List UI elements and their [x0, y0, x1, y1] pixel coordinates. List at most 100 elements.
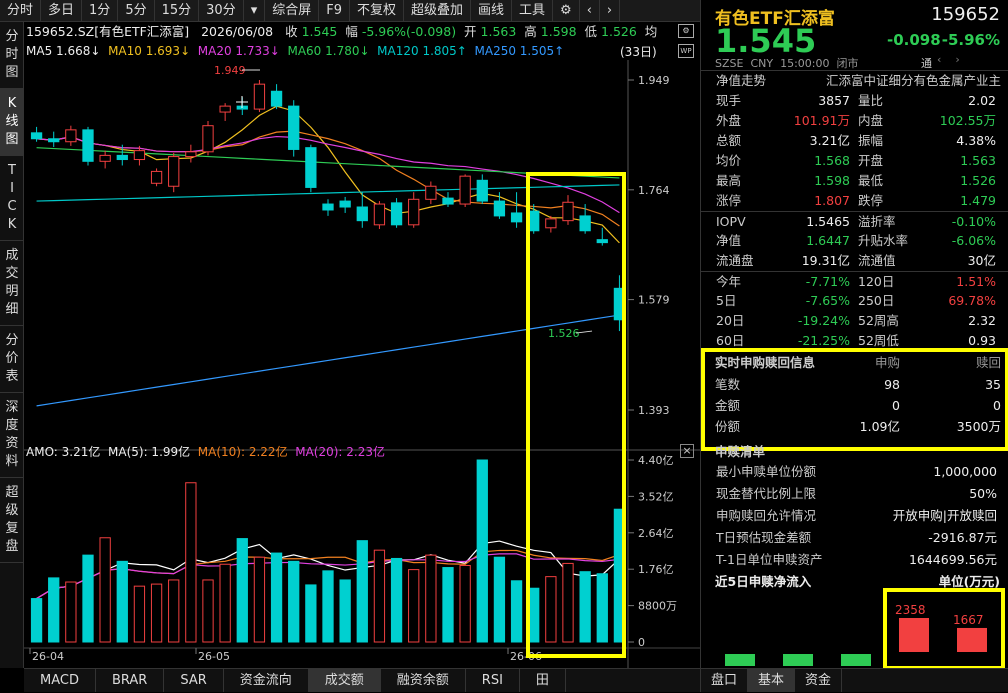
subscription-title: 实时申购赎回信息 [715, 355, 816, 370]
quote-l1: 流通盘 [716, 253, 754, 268]
candle-body [270, 90, 283, 107]
quote-row: 均价 1.568 开盘 1.563 [701, 151, 1008, 171]
quote-row: IOPV 1.5465 溢折率 -0.10% [701, 211, 1008, 231]
session-status: 闭市 [836, 57, 859, 70]
open-label: 开 [464, 24, 477, 39]
volume-bar [48, 577, 60, 643]
indicator-tab-0[interactable]: MACD [24, 669, 96, 692]
indicator-tab-2[interactable]: SAR [164, 669, 224, 692]
settings-icon[interactable]: ⚙ [678, 24, 694, 38]
avg-label: 均 [644, 24, 658, 39]
quote-l2: 溢折率 [858, 214, 896, 229]
subscription-col1: 申购 [874, 355, 900, 370]
right-tab-2[interactable]: 资金 [795, 669, 843, 692]
candle-body [425, 185, 437, 200]
volume-bar [339, 579, 351, 643]
side-tab-3-char: 成 [5, 248, 19, 263]
side-tab-4-char: 表 [5, 369, 19, 384]
toolbar-item-6[interactable]: ▾ [244, 0, 266, 22]
highlight-box-chart [526, 172, 626, 658]
subscription-row: 笔数 98 35 [705, 374, 1005, 395]
indicator-tab-6[interactable]: RSI [466, 669, 520, 692]
highlight-box-flow [883, 588, 1005, 670]
fund-full-name: 汇添富中证细分有色金属产业主 [825, 73, 1001, 88]
candle-body [322, 203, 334, 211]
list-label: T日预估现金差额 [716, 530, 812, 545]
right-tab-1[interactable]: 基本 [748, 669, 796, 692]
indicator-tab-7[interactable]: 田 [520, 669, 566, 692]
high-value: 1.598 [540, 24, 577, 39]
right-panel: 有色ETF汇添富 159652 1.545 -0.098 -5.96% SZSE… [700, 0, 1008, 692]
volume-bar [305, 584, 317, 643]
close-icon[interactable]: × [680, 444, 694, 458]
quote-v2: -6.06% [951, 233, 996, 248]
flow-bar-negative [783, 654, 813, 666]
toolbar-item-9[interactable]: 不复权 [350, 0, 404, 22]
quote-row: 今年 -7.71% 120日 1.51% [701, 271, 1008, 291]
volume-bar [30, 598, 43, 643]
subscription-row: 份额 1.09亿 3500万 [705, 416, 1005, 437]
price-axis-label: 1.949 [638, 74, 670, 87]
side-tab-1[interactable]: K线图 [0, 89, 24, 156]
toolbar-item-5[interactable]: 30分 [199, 0, 244, 22]
toolbar-item-2[interactable]: 1分 [82, 0, 119, 22]
toolbar-item-12[interactable]: 工具 [512, 0, 554, 22]
volume-bar [288, 560, 300, 643]
side-tab-4[interactable]: 分价表 [0, 326, 24, 393]
ma120-legend: MA120 1.805↑ [377, 44, 467, 58]
wp-icon[interactable]: WP [678, 44, 694, 58]
price-change: -0.098 [887, 31, 941, 49]
volume-bar [390, 557, 403, 643]
toolbar-item-13[interactable]: ⚙ [553, 0, 580, 22]
toolbar-item-1[interactable]: 多日 [41, 0, 83, 22]
quote-row: 外盘 101.91万 内盘 102.55万 [701, 111, 1008, 131]
flow-bar-negative [841, 654, 871, 666]
toolbar-item-15[interactable]: › [600, 0, 621, 22]
indicator-tab-5[interactable]: 融资余额 [381, 669, 466, 692]
indicator-tab-1[interactable]: BRAR [96, 669, 165, 692]
quote-v1: -7.71% [805, 274, 850, 289]
volume-axis-label: 8800万 [638, 600, 677, 613]
quote-v2: 30亿 [967, 253, 996, 268]
right-tab-0[interactable]: 盘口 [701, 669, 749, 692]
quote-l1: 现手 [716, 93, 742, 108]
side-tab-6-char: 超 [5, 485, 19, 500]
indicator-tab-3[interactable]: 资金流向 [224, 669, 309, 692]
candle-body [442, 197, 454, 205]
quote-v1: -19.24% [797, 313, 850, 328]
nav-trend-link[interactable]: 净值走势 [701, 71, 801, 90]
toolbar-item-8[interactable]: F9 [319, 0, 350, 22]
indicator-tab-4[interactable]: 成交额 [308, 669, 381, 692]
side-tab-6[interactable]: 超级复盘 [0, 478, 24, 563]
side-tab-3-char: 细 [5, 302, 19, 317]
side-tab-2[interactable]: TICK [0, 156, 24, 241]
side-tab-0[interactable]: 分时图 [0, 22, 24, 89]
price-change-pct: -5.96% [941, 31, 1000, 49]
side-tab-3[interactable]: 成交明细 [0, 241, 24, 326]
candle-body [48, 138, 60, 143]
toolbar-item-4[interactable]: 15分 [155, 0, 200, 22]
side-tab-3-char: 明 [5, 284, 19, 299]
creation-list: 最小申赎单位份额 1,000,000 现金替代比例上限 50% 申购赎回允许情况 开放申购… [701, 461, 1008, 571]
toolbar-item-14[interactable]: ‹ [580, 0, 600, 22]
list-row: 现金替代比例上限 50% [701, 483, 1008, 505]
high-label: 高 [524, 24, 537, 39]
side-tab-3-char: 交 [5, 266, 19, 281]
days-count: (33日) [620, 45, 657, 59]
candle-body [185, 151, 197, 158]
toolbar-item-3[interactable]: 5分 [118, 0, 155, 22]
quote-time: 15:00:00 [780, 57, 830, 70]
quote-l2: 跌停 [858, 193, 884, 208]
quote-v2: 2.02 [968, 93, 996, 108]
side-tab-6-char: 级 [5, 503, 19, 518]
toolbar-item-7[interactable]: 综合屏 [265, 0, 320, 22]
close-label: 收 [285, 24, 298, 39]
toolbar-item-11[interactable]: 画线 [471, 0, 513, 22]
side-tab-5[interactable]: 深度资料 [0, 393, 24, 478]
ma10-legend: MA10 1.693↓ [108, 44, 191, 58]
toolbar-item-10[interactable]: 超级叠加 [404, 0, 472, 22]
amo-ma20: MA(20): 2.23亿 [295, 445, 385, 459]
ma20-legend: MA20 1.733↓ [197, 44, 280, 58]
list-row: 申购赎回允许情况 开放申购|开放赎回 [701, 505, 1008, 527]
toolbar-item-0[interactable]: 分时 [0, 0, 42, 22]
